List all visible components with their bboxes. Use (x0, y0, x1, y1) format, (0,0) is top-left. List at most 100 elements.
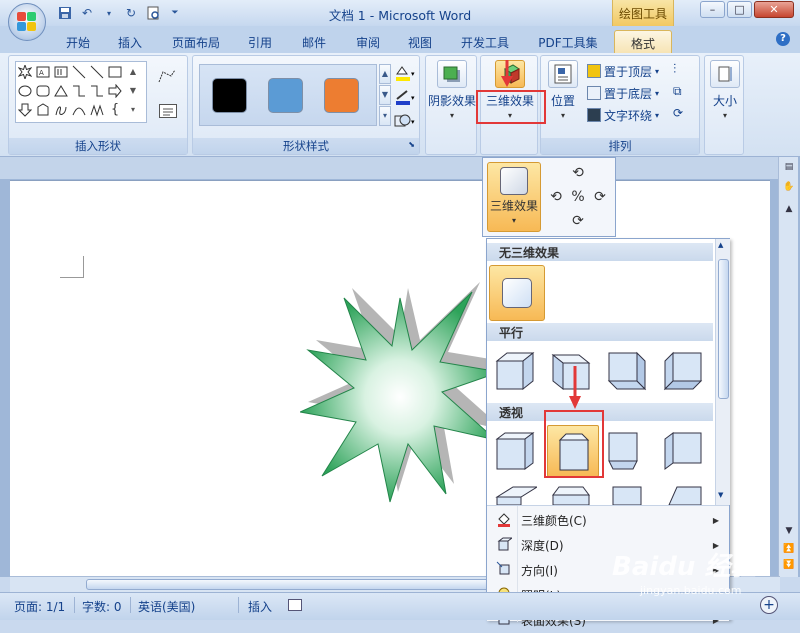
horizontal-scroll-thumb[interactable] (86, 579, 506, 590)
tab-mailings[interactable]: 邮件 (294, 30, 334, 53)
perspective-cube-3[interactable] (605, 429, 649, 473)
shape-fill-icon[interactable]: ▾ (393, 64, 417, 82)
tab-page-layout[interactable]: 页面布局 (166, 30, 226, 53)
close-button[interactable]: ✕ (754, 1, 794, 18)
more-styles-icon[interactable]: ▾ (379, 106, 391, 126)
3d-toggle-icon[interactable]: % (569, 188, 587, 206)
scroll-down-icon[interactable]: ▼ (379, 85, 391, 105)
textbox-shape-icon[interactable]: A (34, 62, 52, 81)
scroll-up-icon[interactable]: ▲ (718, 241, 723, 249)
scroll-down-icon[interactable]: ▼ (124, 81, 142, 100)
align-icon[interactable]: ⫶ (673, 62, 676, 77)
scroll-up-icon[interactable]: ▲ (781, 201, 797, 217)
starburst-shape-icon[interactable] (16, 62, 34, 81)
tab-references[interactable]: 引用 (240, 30, 280, 53)
gallery-scrollbar[interactable]: ▲ ▼ (715, 239, 730, 505)
rectangle-shape-icon[interactable] (106, 62, 124, 81)
tab-developer[interactable]: 开发工具 (454, 30, 516, 53)
style-swatch-orange[interactable] (324, 78, 359, 113)
freeform-shape-icon[interactable] (52, 100, 70, 119)
scroll-down-icon[interactable]: ▼ (781, 523, 797, 539)
position-button[interactable]: 位置 ▾ (543, 60, 583, 120)
tab-home[interactable]: 开始 (58, 30, 98, 53)
perspective-cube-7[interactable] (605, 483, 649, 505)
wave-shape-icon[interactable] (88, 100, 106, 119)
maximize-button[interactable]: □ (727, 1, 752, 18)
minimize-button[interactable]: – (700, 1, 725, 18)
styles-scroller[interactable]: ▲ ▼ ▾ (379, 64, 391, 126)
line-shape-icon[interactable] (70, 62, 88, 81)
right-arrow-shape-icon[interactable] (106, 81, 124, 100)
edit-shape-icon[interactable] (157, 68, 179, 86)
parallel-cube-1[interactable] (493, 349, 537, 393)
parallel-cube-3[interactable] (605, 349, 649, 393)
hand-icon[interactable]: ✋ (781, 179, 797, 195)
tab-format[interactable]: 格式 (614, 30, 672, 53)
tab-review[interactable]: 审阅 (348, 30, 388, 53)
previous-page-icon[interactable]: ⏫ (781, 541, 797, 557)
change-shape-icon[interactable]: ▾ (393, 112, 417, 130)
scroll-down-icon[interactable]: ▼ (718, 491, 723, 499)
more-shapes-icon[interactable]: ▾ (124, 100, 142, 119)
perspective-cube-8[interactable] (661, 483, 705, 505)
tilt-up-icon[interactable]: ⟲ (569, 164, 587, 182)
dialog-launcher-icon[interactable]: ⬊ (408, 140, 415, 149)
gallery-scroll-thumb[interactable] (718, 259, 729, 399)
help-icon[interactable]: ? (776, 32, 790, 46)
draw-textbox-icon[interactable] (159, 104, 177, 118)
style-swatch-black[interactable] (212, 78, 247, 113)
size-button[interactable]: 大小 ▾ (707, 60, 743, 120)
vertical-textbox-shape-icon[interactable] (52, 62, 70, 81)
perspective-cube-6[interactable] (549, 483, 593, 505)
perspective-cube-5[interactable] (493, 483, 537, 505)
down-arrow-shape-icon[interactable] (16, 100, 34, 119)
shape-gallery[interactable]: A ▲ ▼ { ▾ (15, 61, 147, 123)
tilt-right-icon[interactable]: ⟳ (591, 188, 609, 206)
perspective-cube-4[interactable] (661, 429, 705, 473)
elbow-connector-icon[interactable] (88, 81, 106, 100)
oval-shape-icon[interactable] (16, 81, 34, 100)
zoom-in-icon[interactable]: + (760, 596, 778, 614)
no-3d-effect-option[interactable] (489, 265, 545, 321)
status-insert-mode[interactable]: 插入 (248, 598, 272, 615)
status-language[interactable]: 英语(美国) (138, 598, 195, 615)
baidu-watermark: Baidu 经验 (612, 552, 757, 582)
bring-to-front-button[interactable]: 置于顶层 ▾ (587, 62, 659, 80)
rotate-icon[interactable]: ⟳ (673, 106, 683, 120)
perspective-cube-selected[interactable] (547, 425, 599, 477)
3d-effects-button[interactable]: 三维效果 ▾ (483, 60, 537, 120)
elbow-connector-icon[interactable] (70, 81, 88, 100)
tab-insert[interactable]: 插入 (110, 30, 150, 53)
status-word-count[interactable]: 字数: 0 (82, 598, 122, 615)
rounded-rect-shape-icon[interactable] (34, 81, 52, 100)
3d-effects-dropdown-button[interactable]: 三维效果 ▾ (487, 162, 541, 232)
curve-shape-icon[interactable] (70, 100, 88, 119)
parallel-cube-2[interactable] (549, 349, 593, 393)
shadow-effects-button[interactable]: 阴影效果 ▾ (428, 60, 476, 120)
office-button[interactable] (8, 3, 46, 41)
pentagon-shape-icon[interactable] (34, 100, 52, 119)
next-page-icon[interactable]: ⏬ (781, 557, 797, 573)
line-shape-icon[interactable] (88, 62, 106, 81)
tilt-left-icon[interactable]: ⟲ (547, 188, 565, 206)
brace-shape-icon[interactable]: { (106, 100, 124, 119)
group-objects-icon[interactable]: ⧉ (673, 84, 682, 99)
ruler-toggle-icon[interactable]: ▤ (781, 159, 797, 175)
vertical-scrollbar[interactable]: ▤ ✋ ▲ ▼ ⏫ ⏬ (778, 157, 798, 577)
send-to-back-button[interactable]: 置于底层 ▾ (587, 84, 659, 102)
perspective-cube-1[interactable] (493, 429, 537, 473)
starburst-shape[interactable] (300, 280, 500, 510)
menu-3d-color[interactable]: 三维颜色(C) ▶ (487, 508, 729, 533)
macro-record-icon[interactable] (288, 599, 302, 611)
tab-pdf-tools[interactable]: PDF工具集 (530, 30, 606, 53)
parallel-cube-4[interactable] (661, 349, 705, 393)
style-swatch-blue[interactable] (268, 78, 303, 113)
shape-outline-icon[interactable]: ▾ (393, 88, 417, 106)
scroll-up-icon[interactable]: ▲ (124, 62, 142, 81)
tilt-down-icon[interactable]: ⟳ (569, 212, 587, 230)
status-page[interactable]: 页面: 1/1 (14, 598, 65, 615)
tab-view[interactable]: 视图 (400, 30, 440, 53)
text-wrapping-button[interactable]: 文字环绕 ▾ (587, 106, 659, 124)
triangle-shape-icon[interactable] (52, 81, 70, 100)
scroll-up-icon[interactable]: ▲ (379, 64, 391, 84)
